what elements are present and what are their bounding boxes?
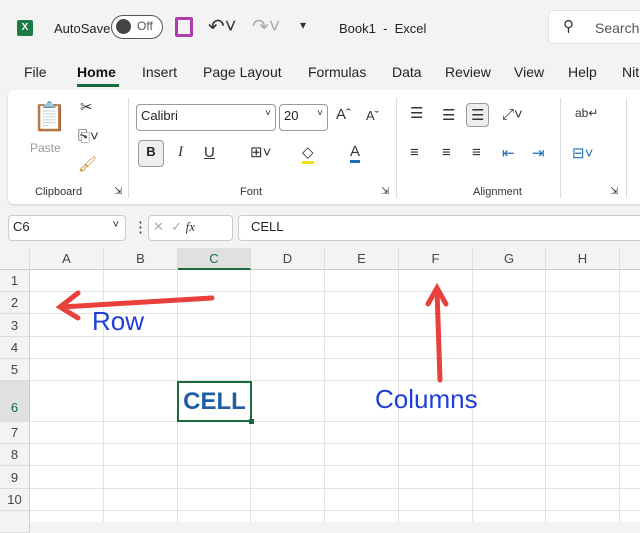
columns-arrow [425,282,449,383]
row-annotation: Row [92,306,145,336]
columns-annotation: Columns [375,384,478,414]
annotation-arrows [55,282,449,383]
